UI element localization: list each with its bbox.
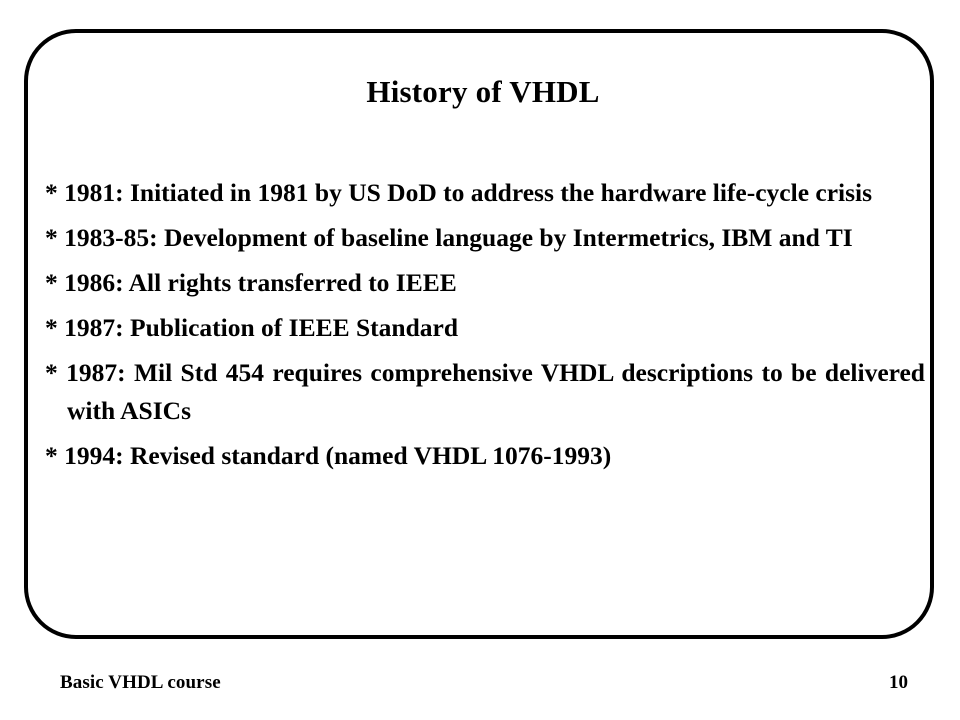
- list-item: * 1987: Mil Std 454 requires comprehensi…: [45, 358, 925, 425]
- list-item: * 1987: Publication of IEEE Standard: [45, 313, 459, 342]
- bullet-list: * 1981: Initiated in 1981 by US DoD to a…: [45, 174, 925, 482]
- list-item: * 1994: Revised standard (named VHDL 107…: [45, 441, 612, 470]
- list-item: * 1983-85: Development of baseline langu…: [45, 223, 853, 252]
- footer-course-name: Basic VHDL course: [60, 672, 221, 693]
- slide-canvas: History of VHDL * 1981: Initiated in 198…: [0, 0, 960, 720]
- footer-page-number: 10: [889, 672, 908, 693]
- list-item: * 1981: Initiated in 1981 by US DoD to a…: [45, 178, 873, 207]
- slide-footer: Basic VHDL course 10: [0, 672, 960, 706]
- page-title: History of VHDL: [366, 74, 600, 109]
- list-item: * 1986: All rights transferred to IEEE: [45, 268, 457, 297]
- slide-content-frame: History of VHDL * 1981: Initiated in 198…: [24, 29, 934, 639]
